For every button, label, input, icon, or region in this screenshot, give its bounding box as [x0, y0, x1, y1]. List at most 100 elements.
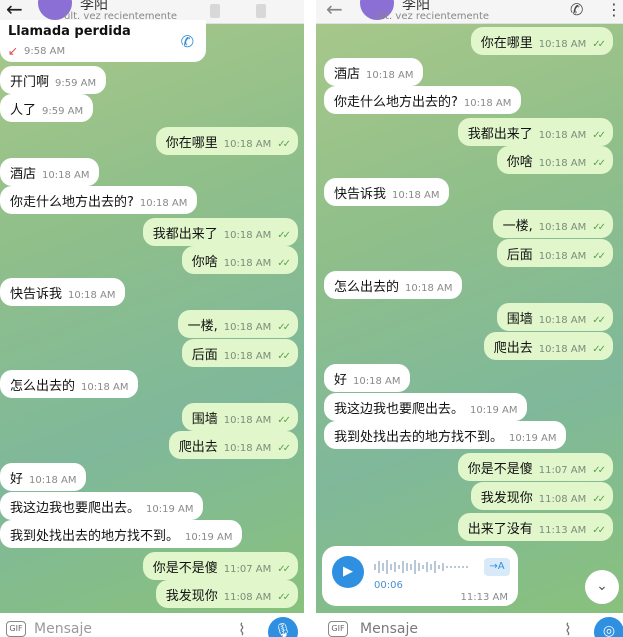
message-bubble-incoming[interactable]: 酒店 10:18 AM	[324, 58, 424, 86]
message-bubble-outgoing[interactable]: 我都出来了 10:18 AM ✓✓	[457, 118, 613, 146]
phone-icon[interactable]: ✆	[570, 0, 583, 19]
gif-button[interactable]: GIF	[6, 621, 26, 637]
message-bubble-outgoing[interactable]: 你在哪里 10:18 AM ✓✓	[155, 127, 298, 155]
message-bubble-incoming[interactable]: 你走什么地方出去的? 10:18 AM	[0, 186, 198, 214]
read-checkmarks-icon: ✓✓	[277, 257, 291, 269]
message-text: 你是不是傻	[152, 560, 218, 576]
message-text: 好	[334, 372, 348, 388]
gif-button[interactable]: GIF	[328, 621, 348, 637]
message-bubble-outgoing[interactable]: 围墙 10:18 AM ✓✓	[181, 403, 298, 431]
message-time: 10:18 AM	[29, 474, 77, 486]
attach-icon[interactable]: ⌇	[238, 620, 246, 637]
message-time: 10:18 AM	[223, 442, 272, 454]
message-bubble-outgoing[interactable]: 围墙 10:18 AM ✓✓	[496, 303, 613, 331]
message-bubble-outgoing[interactable]: 一楼, 10:18 AM ✓✓	[492, 210, 613, 238]
message-text: 我发现你	[165, 588, 218, 604]
blurred-icon	[210, 4, 220, 18]
message-text: 你走什么地方出去的?	[334, 94, 458, 110]
message-text: 我发现你	[480, 490, 533, 506]
message-bubble-outgoing[interactable]: 你在哪里 10:18 AM ✓✓	[470, 27, 613, 55]
message-time: 9:58 AM	[24, 46, 66, 57]
message-time: 10:18 AM	[392, 189, 440, 201]
message-bubble-outgoing[interactable]: 后面 10:18 AM ✓✓	[496, 239, 613, 267]
message-bubble-incoming[interactable]: 人了 9:59 AM	[0, 94, 94, 122]
message-bubble-outgoing[interactable]: 一楼, 10:18 AM ✓✓	[177, 310, 298, 338]
message-time: 10:18 AM	[538, 129, 587, 141]
message-bubble-outgoing[interactable]: 你啥 10:18 AM ✓✓	[181, 246, 298, 274]
camera-button[interactable]: ◎	[594, 617, 623, 637]
message-input[interactable]: Mensaje	[34, 621, 92, 637]
message-bubble-incoming[interactable]: 我这边我也要爬出去。 10:19 AM	[0, 492, 204, 520]
message-bubble-incoming[interactable]: 好 10:18 AM	[324, 364, 411, 392]
message-text: 出来了没有	[467, 521, 533, 537]
message-bubble-outgoing[interactable]: 后面 10:18 AM ✓✓	[181, 339, 298, 367]
read-checkmarks-icon: ✓✓	[277, 414, 291, 426]
read-checkmarks-icon: ✓✓	[592, 221, 606, 233]
message-bubble-outgoing[interactable]: 我发现你 11:08 AM ✓✓	[155, 580, 298, 608]
voice-message-bubble[interactable]: ▶ 00:06 →A 11:13 AM	[322, 546, 518, 606]
phone-icon[interactable]: ✆	[181, 32, 194, 51]
message-bubble-incoming[interactable]: 开门啊 9:59 AM	[0, 66, 107, 94]
message-time: 10:18 AM	[538, 250, 587, 262]
message-text: 快告诉我	[10, 286, 63, 302]
read-checkmarks-icon: ✓✓	[277, 321, 291, 333]
scroll-down-button[interactable]: ⌄	[585, 570, 619, 604]
back-arrow-icon[interactable]: ←	[326, 0, 343, 21]
message-input[interactable]: Mensaje	[360, 621, 418, 637]
read-checkmarks-icon: ✓✓	[592, 129, 606, 141]
message-bubble-incoming[interactable]: 快告诉我 10:18 AM	[0, 278, 126, 306]
message-time: 10:18 AM	[353, 375, 401, 387]
more-menu-icon[interactable]: ⋮	[606, 0, 622, 19]
message-time: 10:18 AM	[405, 282, 453, 294]
message-time: 10:18 AM	[42, 169, 90, 181]
read-checkmarks-icon: ✓✓	[592, 343, 606, 355]
message-bubble-incoming[interactable]: 快告诉我 10:18 AM	[324, 178, 450, 206]
read-checkmarks-icon: ✓✓	[592, 524, 606, 536]
message-bubble-incoming[interactable]: 我到处找出去的地方找不到。 10:19 AM	[324, 421, 567, 449]
message-bubble-incoming[interactable]: 我这边我也要爬出去。 10:19 AM	[324, 393, 528, 421]
message-text: 一楼,	[502, 218, 533, 234]
message-time: 10:18 AM	[463, 97, 512, 109]
missed-call-card[interactable]: Llamada perdida ↙ 9:58 AM ✆	[0, 20, 206, 62]
contact-status: últ. vez recientemente	[376, 11, 490, 22]
message-time: 10:18 AM	[538, 38, 587, 50]
attach-icon[interactable]: ⌇	[564, 620, 572, 637]
message-time: 11:08 AM	[538, 493, 587, 505]
message-text: 快告诉我	[334, 186, 387, 202]
message-time: 11:13 AM	[460, 592, 508, 603]
message-bubble-outgoing[interactable]: 爬出去 10:18 AM ✓✓	[168, 431, 298, 459]
read-checkmarks-icon: ✓✓	[592, 493, 606, 505]
message-time: 10:18 AM	[223, 229, 272, 241]
message-bubble-incoming[interactable]: 我到处找出去的地方找不到。 10:19 AM	[0, 520, 243, 548]
message-bubble-incoming[interactable]: 好 10:18 AM	[0, 463, 87, 491]
message-bubble-incoming[interactable]: 怎么出去的 10:18 AM	[0, 370, 139, 398]
message-bubble-outgoing[interactable]: 出来了没有 11:13 AM ✓✓	[457, 513, 613, 541]
message-bubble-outgoing[interactable]: 你是不是傻 11:07 AM ✓✓	[457, 453, 613, 481]
message-time: 10:18 AM	[223, 414, 272, 426]
message-bubble-incoming[interactable]: 怎么出去的 10:18 AM	[324, 271, 463, 299]
play-button[interactable]: ▶	[332, 556, 364, 588]
message-time: 10:18 AM	[223, 257, 272, 269]
message-bubble-outgoing[interactable]: 你啥 10:18 AM ✓✓	[496, 146, 613, 174]
read-checkmarks-icon: ✓✓	[277, 350, 291, 362]
message-bubble-outgoing[interactable]: 我发现你 11:08 AM ✓✓	[470, 482, 613, 510]
read-checkmarks-icon: ✓✓	[592, 157, 606, 169]
message-time: 10:18 AM	[223, 321, 272, 333]
microphone-button[interactable]: 🎙	[268, 617, 298, 637]
message-text: 怎么出去的	[10, 378, 76, 394]
back-arrow-icon[interactable]: ←	[6, 0, 23, 21]
message-text: 酒店	[334, 66, 361, 82]
transcribe-button[interactable]: →A	[484, 558, 510, 576]
chat-panel-right: ← 李阳 últ. vez recientemente ✆ ⋮ 你在哪里 10:…	[316, 0, 623, 637]
message-text: 后面	[191, 347, 218, 363]
message-bubble-outgoing[interactable]: 我都出来了 10:18 AM ✓✓	[142, 218, 298, 246]
message-bubble-outgoing[interactable]: 爬出去 10:18 AM ✓✓	[483, 332, 613, 360]
message-bubble-outgoing[interactable]: 你是不是傻 11:07 AM ✓✓	[142, 552, 298, 580]
message-text: 你在哪里	[480, 35, 533, 51]
message-bubble-incoming[interactable]: 你走什么地方出去的? 10:18 AM	[324, 86, 522, 114]
read-checkmarks-icon: ✓✓	[277, 138, 291, 150]
chat-panel-left: ← 李阳 últ. vez recientemente Llamada perd…	[0, 0, 304, 637]
message-time: 10:18 AM	[68, 289, 116, 301]
message-bubble-incoming[interactable]: 酒店 10:18 AM	[0, 158, 100, 186]
message-input-bar: GIF Mensaje ⌇ ◎	[316, 613, 623, 637]
